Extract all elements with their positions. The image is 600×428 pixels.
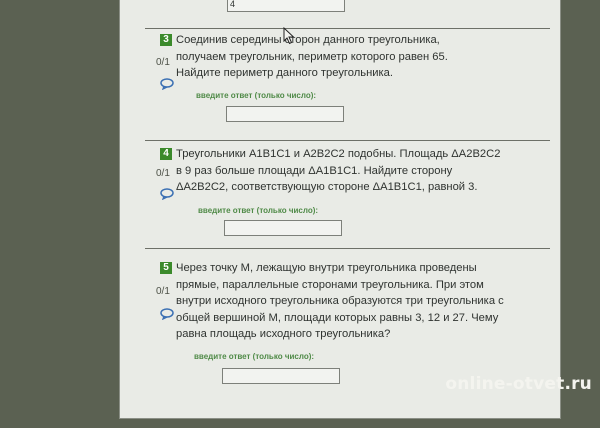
question-score: 0/1	[156, 286, 170, 297]
question-score: 0/1	[156, 57, 170, 68]
answer-input[interactable]	[222, 368, 340, 384]
comment-bubble-icon[interactable]	[160, 308, 174, 320]
comment-bubble-icon[interactable]	[160, 78, 174, 90]
question-text: Треугольники A1B1C1 и A2B2C2 подобны. Пл…	[176, 148, 501, 193]
watermark: online-otvet.ru	[445, 374, 592, 394]
question-number-badge: 3	[160, 34, 172, 46]
mouse-pointer-icon	[283, 27, 295, 45]
question-number-badge: 4	[160, 148, 172, 160]
question-number-badge: 5	[160, 262, 172, 274]
separator-2	[145, 140, 550, 141]
question-text: Через точку М, лежащую внутри треугольни…	[176, 262, 504, 340]
answer-input[interactable]	[226, 106, 344, 122]
answer-hint: введите ответ (только число):	[196, 91, 317, 100]
answer-input[interactable]	[224, 220, 342, 236]
question-text: Соединив середины сторон данного треугол…	[176, 34, 448, 79]
question-score: 0/1	[156, 168, 170, 179]
answer-hint: введите ответ (только число):	[198, 206, 319, 215]
separator-3	[145, 248, 550, 249]
quiz-page: 4 3 0/1 Соединив середины сторон данного…	[120, 0, 560, 418]
separator-1	[145, 28, 550, 29]
comment-bubble-icon[interactable]	[160, 188, 174, 200]
previous-answer-input[interactable]: 4	[227, 0, 345, 12]
answer-hint: введите ответ (только число):	[194, 352, 315, 361]
